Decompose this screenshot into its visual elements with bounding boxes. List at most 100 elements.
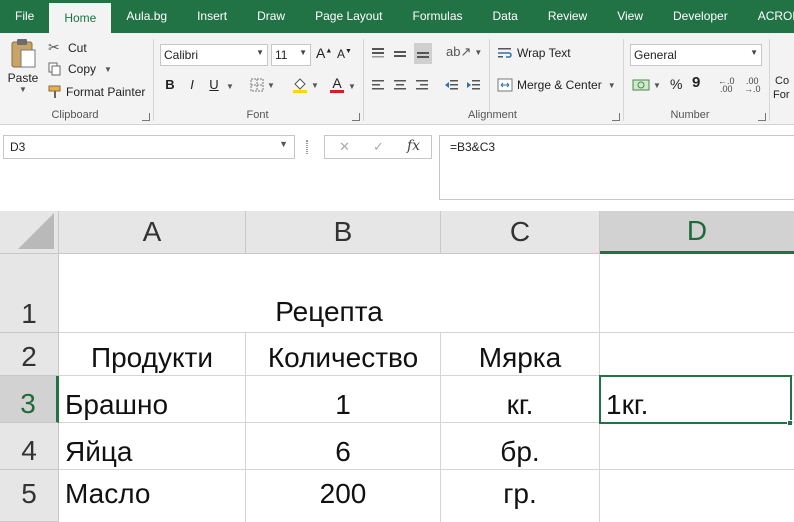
copy-button[interactable]: Copy ▼ bbox=[48, 62, 112, 76]
comma-style-button[interactable]: 9 bbox=[692, 74, 700, 91]
decrease-decimal-button[interactable]: .00 →.0 bbox=[744, 77, 761, 94]
copy-label: Copy bbox=[68, 62, 97, 76]
accounting-format-button[interactable]: ▼ bbox=[632, 77, 661, 93]
underline-dropdown-icon[interactable]: ▼ bbox=[226, 82, 234, 91]
copy-dropdown-icon[interactable]: ▼ bbox=[104, 65, 112, 74]
italic-button[interactable]: I bbox=[184, 77, 200, 92]
cell-c2[interactable]: Мярка bbox=[441, 333, 600, 376]
wrap-text-button[interactable]: Wrap Text bbox=[497, 45, 571, 61]
format-partial[interactable]: For bbox=[773, 89, 790, 101]
cell-a3[interactable]: Брашно bbox=[59, 376, 246, 423]
alignment-launcher-icon[interactable] bbox=[612, 113, 620, 121]
decrease-decimal-icon-part: →.0 bbox=[744, 84, 761, 94]
percent-style-button[interactable]: % bbox=[670, 76, 682, 92]
cell-d3[interactable]: 1кг. bbox=[600, 376, 794, 423]
insert-function-icon[interactable]: fx bbox=[407, 138, 420, 154]
row-header-5[interactable]: 5 bbox=[0, 470, 59, 522]
clipboard-launcher-icon[interactable] bbox=[142, 113, 150, 121]
cell-a4[interactable]: Яйца bbox=[59, 423, 246, 470]
row-header-4[interactable]: 4 bbox=[0, 423, 59, 470]
underline-button[interactable]: U bbox=[206, 77, 222, 92]
ribbon-tabs: File Home Aula.bg Insert Draw Page Layou… bbox=[0, 0, 794, 33]
orientation-button[interactable]: ab↗ ▼ bbox=[446, 44, 482, 60]
cell-b4[interactable]: 6 bbox=[246, 423, 441, 470]
tab-developer[interactable]: Developer bbox=[658, 0, 743, 33]
align-bottom-selected[interactable] bbox=[414, 43, 432, 64]
tab-draw[interactable]: Draw bbox=[242, 0, 300, 33]
cell-a5[interactable]: Масло bbox=[59, 470, 246, 522]
font-launcher-icon[interactable] bbox=[352, 113, 360, 121]
merge-center-button[interactable]: Merge & Center ▼ bbox=[497, 77, 616, 93]
paste-dropdown-icon[interactable]: ▼ bbox=[19, 85, 27, 94]
align-bottom-icon bbox=[417, 52, 429, 58]
divider bbox=[769, 39, 770, 121]
number-format-select[interactable]: General ▼ bbox=[630, 44, 762, 66]
horizontal-align-group bbox=[370, 77, 430, 93]
align-left-icon[interactable] bbox=[370, 77, 386, 93]
font-color-dropdown-icon[interactable]: ▼ bbox=[348, 82, 356, 91]
column-header-b[interactable]: B bbox=[246, 211, 441, 254]
format-painter-button[interactable]: Format Painter bbox=[48, 85, 145, 99]
tab-review[interactable]: Review bbox=[533, 0, 602, 33]
tab-insert[interactable]: Insert bbox=[182, 0, 242, 33]
tab-home[interactable]: Home bbox=[49, 3, 112, 33]
formula-bar-grip[interactable] bbox=[306, 140, 308, 154]
borders-button[interactable]: ▼ bbox=[250, 78, 275, 92]
align-right-icon[interactable] bbox=[414, 77, 430, 93]
paste-button[interactable]: Paste ▼ bbox=[6, 37, 40, 94]
cut-button[interactable]: ✂ Cut bbox=[48, 39, 87, 56]
shrink-font-icon: A▼ bbox=[337, 47, 352, 61]
align-middle-icon[interactable] bbox=[392, 46, 408, 62]
formula-buttons: ✕ ✓ fx bbox=[324, 135, 432, 159]
tab-page-layout[interactable]: Page Layout bbox=[300, 0, 397, 33]
name-box[interactable]: D3 ▼ bbox=[3, 135, 295, 159]
column-header-a[interactable]: A bbox=[59, 211, 246, 254]
increase-indent-icon[interactable] bbox=[466, 77, 482, 93]
decrease-indent-icon[interactable] bbox=[444, 77, 460, 93]
select-all-button[interactable] bbox=[0, 211, 59, 254]
tab-data[interactable]: Data bbox=[478, 0, 533, 33]
cell-a1-merged[interactable]: Рецепта bbox=[59, 254, 600, 333]
cell-d1[interactable] bbox=[600, 254, 794, 333]
enter-icon[interactable]: ✓ bbox=[373, 139, 384, 155]
font-size-select[interactable]: 11 ▼ bbox=[271, 44, 311, 66]
font-color-button[interactable]: A bbox=[330, 76, 344, 93]
formula-input[interactable]: =B3&C3 bbox=[439, 135, 794, 200]
tab-acrobat[interactable]: ACROBAT bbox=[743, 0, 794, 33]
tab-formulas[interactable]: Formulas bbox=[397, 0, 477, 33]
font-name-value: Calibri bbox=[164, 48, 199, 62]
tab-file[interactable]: File bbox=[0, 0, 49, 33]
cell-b2[interactable]: Количество bbox=[246, 333, 441, 376]
column-header-c[interactable]: C bbox=[441, 211, 600, 254]
fill-color-button[interactable]: ▼ bbox=[292, 76, 319, 94]
conditional-formatting-partial[interactable]: Co bbox=[775, 75, 789, 87]
cell-c5[interactable]: гр. bbox=[441, 470, 600, 522]
borders-icon bbox=[250, 78, 264, 92]
bold-button[interactable]: B bbox=[162, 77, 178, 92]
align-center-icon[interactable] bbox=[392, 77, 408, 93]
font-name-select[interactable]: Calibri ▼ bbox=[160, 44, 268, 66]
cell-d2[interactable] bbox=[600, 333, 794, 376]
cell-d4[interactable] bbox=[600, 423, 794, 470]
grow-font-icon: A▲ bbox=[316, 45, 333, 61]
cell-a2[interactable]: Продукти bbox=[59, 333, 246, 376]
row-header-2[interactable]: 2 bbox=[0, 333, 59, 376]
column-header-d[interactable]: D bbox=[600, 211, 794, 254]
row-header-3[interactable]: 3 bbox=[0, 376, 59, 423]
cell-b3[interactable]: 1 bbox=[246, 376, 441, 423]
cell-b5[interactable]: 200 bbox=[246, 470, 441, 522]
align-top-icon[interactable] bbox=[370, 46, 386, 62]
fill-handle[interactable] bbox=[787, 420, 793, 426]
cell-d5[interactable] bbox=[600, 470, 794, 522]
tab-view[interactable]: View bbox=[602, 0, 658, 33]
grow-font-button[interactable]: A▲ bbox=[316, 45, 332, 61]
tab-aula[interactable]: Aula.bg bbox=[111, 0, 182, 33]
cell-c3[interactable]: кг. bbox=[441, 376, 600, 423]
select-all-icon bbox=[18, 213, 54, 249]
cell-c4[interactable]: бр. bbox=[441, 423, 600, 470]
increase-decimal-button[interactable]: ←.0.00 bbox=[718, 77, 735, 94]
row-header-1[interactable]: 1 bbox=[0, 254, 59, 333]
shrink-font-button[interactable]: A▼ bbox=[337, 47, 352, 61]
number-launcher-icon[interactable] bbox=[758, 113, 766, 121]
cancel-icon[interactable]: ✕ bbox=[339, 139, 350, 155]
